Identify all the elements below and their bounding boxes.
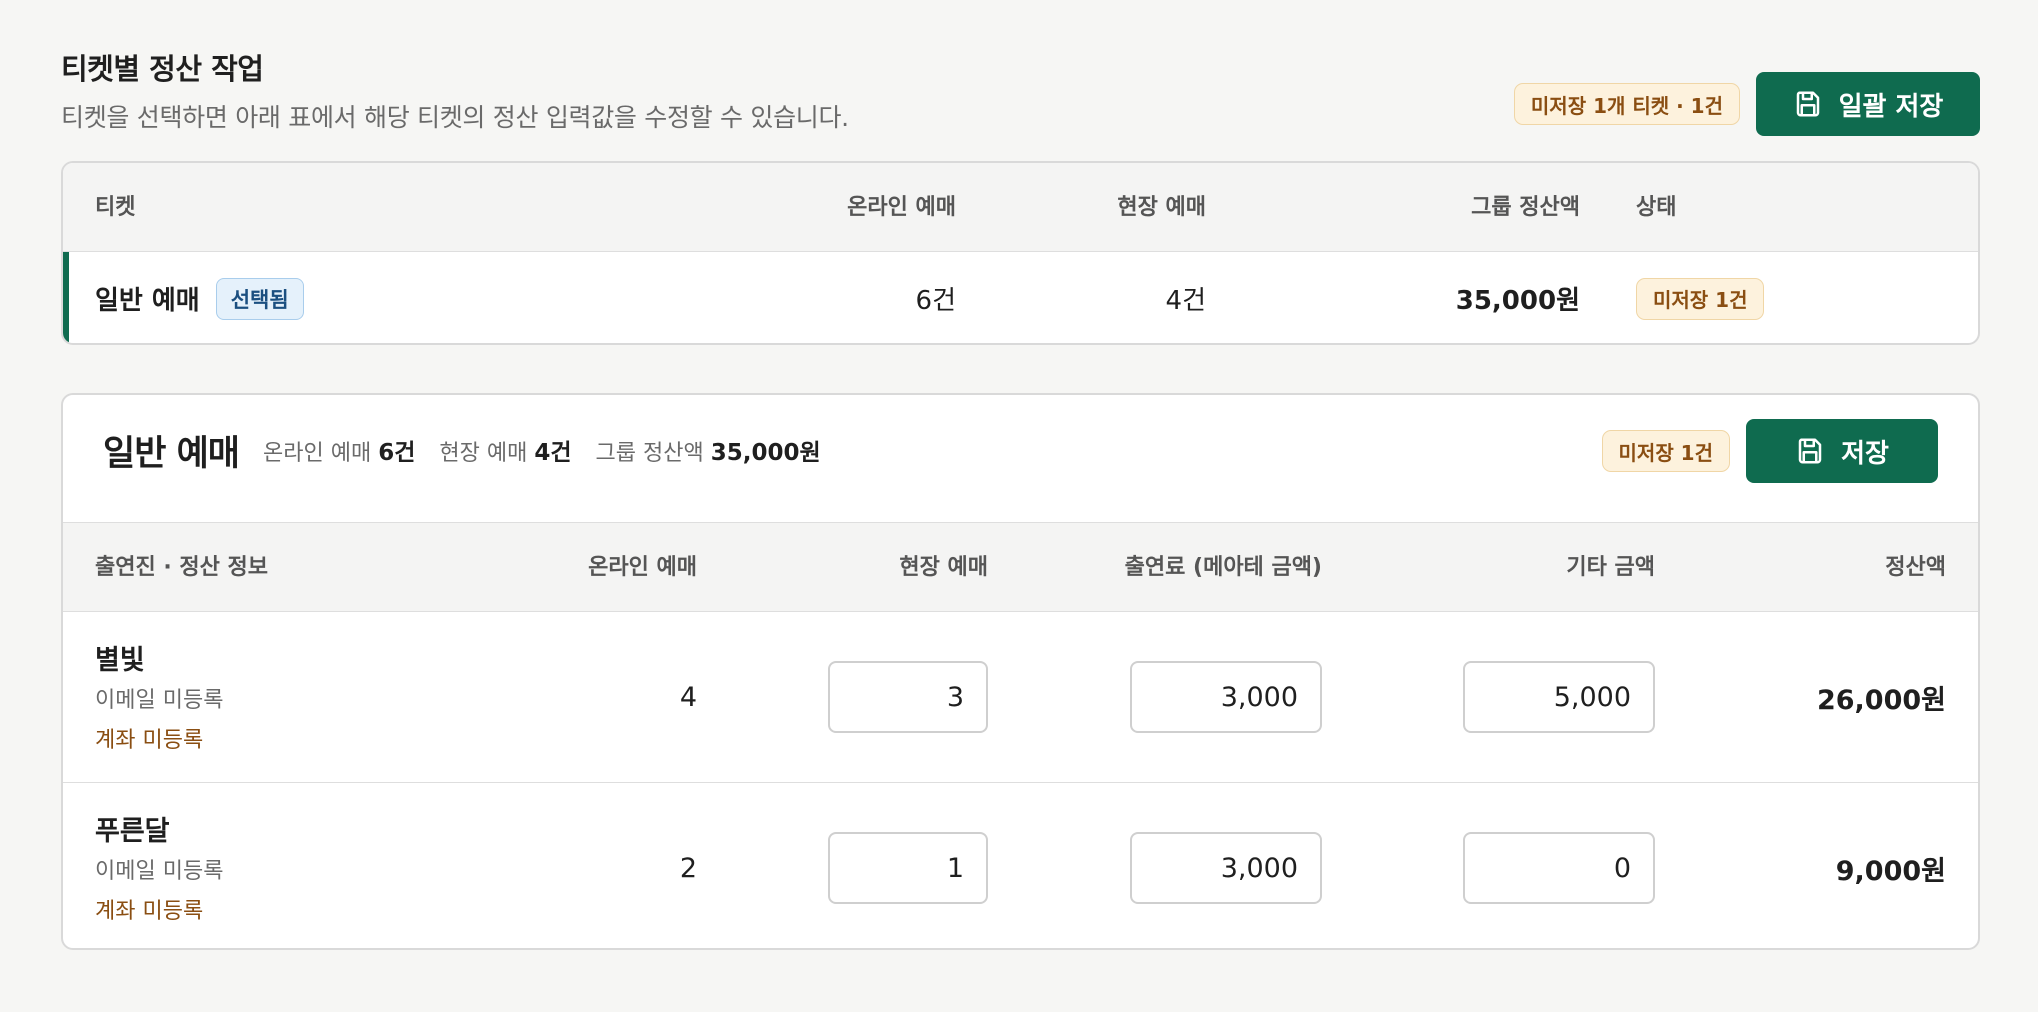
column-header-ticket: 티켓 xyxy=(95,195,136,220)
detail-total-summary: 그룹 정산액 35,000원 xyxy=(596,433,821,467)
detail-header: 일반 예매 온라인 예매 6건 현장 예매 4건 그룹 정산액 35,000원 … xyxy=(63,395,1978,522)
header-actions: 미저장 1개 티켓 · 1건 일괄 저장 xyxy=(1513,72,1980,136)
column-header-online: 온라인 예매 xyxy=(847,195,956,220)
performer-name: 푸른달 xyxy=(95,816,170,847)
column-header-settlement: 정산액 xyxy=(1885,555,1946,580)
detail-total-label: 그룹 정산액 xyxy=(595,441,704,466)
ticket-onsite-count: 4건 xyxy=(1165,286,1206,316)
save-icon xyxy=(1796,91,1819,117)
selected-indicator xyxy=(63,252,69,343)
detail-summary: 온라인 예매 6건 현장 예매 4건 그룹 정산액 35,000원 xyxy=(263,433,821,467)
column-header-group-total: 그룹 정산액 xyxy=(1471,195,1580,220)
column-header-online: 온라인 예매 xyxy=(588,555,697,580)
detail-online-label: 온라인 예매 xyxy=(263,441,372,466)
detail-unsaved-badge: 미저장 1건 xyxy=(1601,430,1730,472)
bulk-save-label: 일괄 저장 xyxy=(1838,91,1944,122)
selected-badge: 선택됨 xyxy=(215,277,304,320)
save-label: 저장 xyxy=(1841,438,1889,469)
column-header-fee: 출연료 (메아테 금액) xyxy=(1124,555,1322,580)
detail-online-value: 6건 xyxy=(378,440,416,466)
column-header-other: 기타 금액 xyxy=(1566,555,1655,580)
column-header-status: 상태 xyxy=(1636,195,1677,220)
page-header: 티켓별 정산 작업 티켓을 선택하면 아래 표에서 해당 티켓의 정산 입력값을… xyxy=(61,42,1980,142)
ticket-table: 티켓 온라인 예매 현장 예매 그룹 정산액 상태 일반 예매 선택됨 6건 4… xyxy=(61,161,1980,345)
onsite-count-input[interactable] xyxy=(828,832,988,904)
fee-input[interactable] xyxy=(1130,832,1322,904)
detail-onsite-summary: 현장 예매 4건 xyxy=(439,433,571,467)
detail-onsite-value: 4건 xyxy=(534,440,572,466)
ticket-name-cell: 일반 예매 선택됨 xyxy=(95,252,304,343)
column-header-onsite: 현장 예매 xyxy=(899,555,988,580)
performer-account-status: 계좌 미등록 xyxy=(95,728,204,753)
ticket-row[interactable]: 일반 예매 선택됨 6건 4건 35,000원 미저장 1건 xyxy=(63,252,1978,343)
other-amount-input[interactable] xyxy=(1463,661,1655,733)
page-subtitle: 티켓을 선택하면 아래 표에서 해당 티켓의 정산 입력값을 수정할 수 있습니… xyxy=(61,103,849,132)
online-count: 2 xyxy=(679,852,697,884)
ticket-name: 일반 예매 xyxy=(95,286,200,316)
column-header-performer: 출연진 · 정산 정보 xyxy=(95,555,269,580)
detail-online-summary: 온라인 예매 6건 xyxy=(263,433,415,467)
performer-email-status: 이메일 미등록 xyxy=(95,688,224,713)
ticket-online-count: 6건 xyxy=(915,286,956,316)
settlement-amount: 26,000원 xyxy=(1816,684,1946,716)
unsaved-summary-badge: 미저장 1개 티켓 · 1건 xyxy=(1513,83,1740,125)
performer-name: 별빛 xyxy=(95,645,145,676)
performer-table-header: 출연진 · 정산 정보 온라인 예매 현장 예매 출연료 (메아테 금액) 기타… xyxy=(63,522,1978,612)
save-button[interactable]: 저장 xyxy=(1746,419,1938,483)
ticket-status-cell: 미저장 1건 xyxy=(1636,252,1765,343)
table-row: 별빛 이메일 미등록 계좌 미등록 4 26,000원 xyxy=(63,612,1978,782)
column-header-onsite: 현장 예매 xyxy=(1117,195,1206,220)
online-count: 4 xyxy=(679,681,697,713)
ticket-table-header: 티켓 온라인 예매 현장 예매 그룹 정산액 상태 xyxy=(63,163,1978,252)
detail-total-value: 35,000원 xyxy=(710,440,821,466)
performer-account-status: 계좌 미등록 xyxy=(95,899,204,924)
onsite-count-input[interactable] xyxy=(828,661,988,733)
detail-onsite-label: 현장 예매 xyxy=(439,441,528,466)
save-icon xyxy=(1798,438,1822,464)
ticket-status-badge: 미저장 1건 xyxy=(1636,277,1765,320)
performer-email-status: 이메일 미등록 xyxy=(95,859,224,884)
other-amount-input[interactable] xyxy=(1463,832,1655,904)
detail-actions: 미저장 1건 저장 xyxy=(1601,419,1938,483)
bulk-save-button[interactable]: 일괄 저장 xyxy=(1756,72,1980,136)
ticket-group-total: 35,000원 xyxy=(1455,286,1580,316)
page-title: 티켓별 정산 작업 xyxy=(61,52,264,86)
fee-input[interactable] xyxy=(1130,661,1322,733)
settlement-amount: 9,000원 xyxy=(1835,855,1946,887)
ticket-detail-card: 일반 예매 온라인 예매 6건 현장 예매 4건 그룹 정산액 35,000원 … xyxy=(61,393,1980,950)
table-row: 푸른달 이메일 미등록 계좌 미등록 2 9,000원 xyxy=(63,782,1978,948)
detail-title: 일반 예매 xyxy=(103,434,240,474)
